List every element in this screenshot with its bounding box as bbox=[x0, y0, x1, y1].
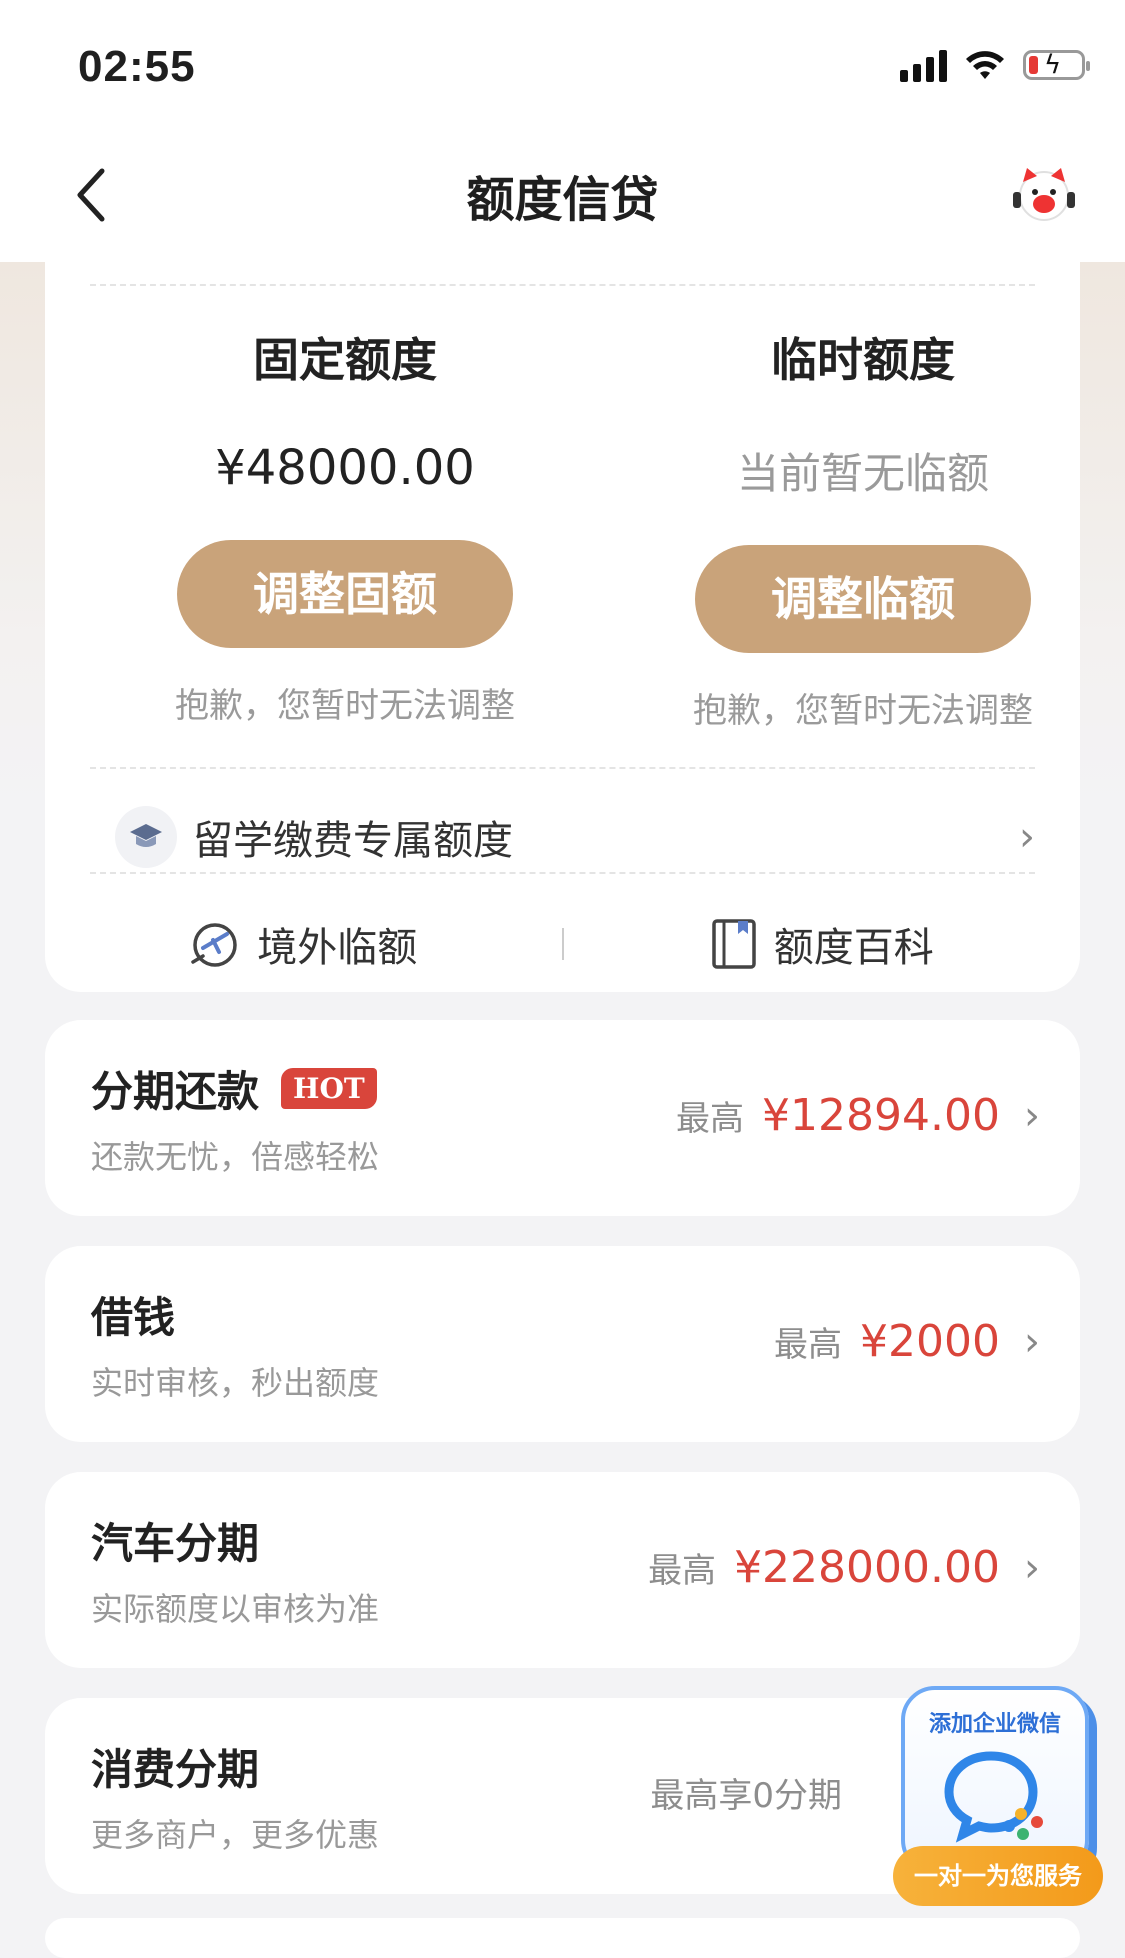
fixed-limit-hint: 抱歉，您暂时无法调整 bbox=[175, 686, 515, 726]
item-max: 最高 ¥2000 › bbox=[774, 1316, 1040, 1367]
overseas-temp-limit-link[interactable]: 境外临额 bbox=[45, 915, 562, 973]
item-max: 最高 ¥12894.00 › bbox=[676, 1090, 1040, 1141]
page-title: 额度信贷 bbox=[466, 172, 659, 228]
item-title-row: 汽车分期 bbox=[91, 1510, 259, 1571]
divider bbox=[90, 284, 1035, 286]
divider bbox=[90, 872, 1035, 874]
limit-wiki-label: 额度百科 bbox=[773, 925, 934, 971]
divider bbox=[90, 767, 1035, 769]
adjust-fixed-limit-button[interactable]: 调整固额 bbox=[177, 540, 513, 648]
navigation-bar: 额度信贷 bbox=[0, 130, 1125, 262]
item-title-row: 消费分期 bbox=[91, 1736, 259, 1797]
item-max: 最高 ¥228000.00 › bbox=[648, 1542, 1040, 1593]
item-title: 分期还款 bbox=[91, 1067, 260, 1116]
item-subtitle: 还款无忧，倍感轻松 bbox=[91, 1138, 380, 1176]
fixed-limit-column: 固定额度 ¥48000.00 调整固额 抱歉，您暂时无法调整 bbox=[135, 324, 555, 727]
temporary-limit-title: 临时额度 bbox=[771, 333, 955, 387]
temporary-limit-amount: 当前暂无临额 bbox=[736, 449, 989, 498]
limit-wiki-link[interactable]: 额度百科 bbox=[564, 915, 1081, 973]
overseas-temp-limit-label: 境外临额 bbox=[257, 925, 418, 971]
car-installment-card[interactable]: 汽车分期 实际额度以审核为准 最高 ¥228000.00 › bbox=[45, 1472, 1080, 1668]
customer-service-mascot-icon[interactable] bbox=[1011, 164, 1077, 224]
study-abroad-limit-label: 留学缴费专属额度 bbox=[193, 818, 513, 864]
status-time: 02:55 bbox=[78, 42, 196, 91]
credit-limit-card: 固定额度 ¥48000.00 调整固额 抱歉，您暂时无法调整 临时额度 当前暂无… bbox=[45, 262, 1080, 992]
max-label: 最高 bbox=[676, 1099, 745, 1139]
temporary-limit-column: 临时额度 当前暂无临额 调整临额 抱歉，您暂时无法调整 bbox=[653, 324, 1073, 732]
limit-shortcuts: 境外临额 额度百科 bbox=[45, 894, 1080, 994]
book-icon bbox=[712, 919, 756, 969]
max-label: 最高 bbox=[648, 1551, 717, 1591]
chevron-right-icon: › bbox=[1019, 814, 1035, 860]
adjust-temporary-limit-button[interactable]: 调整临额 bbox=[695, 545, 1031, 653]
installment-repayment-card[interactable]: 分期还款 HOT 还款无忧，倍感轻松 最高 ¥12894.00 › bbox=[45, 1020, 1080, 1216]
one-on-one-service-button[interactable]: 一对一为您服务 bbox=[893, 1846, 1103, 1906]
item-title: 消费分期 bbox=[91, 1745, 260, 1794]
next-card-partial bbox=[45, 1918, 1080, 1958]
fixed-limit-title: 固定额度 bbox=[253, 333, 437, 387]
wechat-work-title: 添加企业微信 bbox=[928, 1712, 1061, 1737]
item-max: 最高享0分期 bbox=[650, 1768, 860, 1817]
plane-globe-icon bbox=[191, 923, 237, 967]
chevron-right-icon: › bbox=[1024, 1092, 1040, 1139]
item-title-row: 分期还款 HOT bbox=[91, 1058, 377, 1119]
system-icons: ϟ bbox=[900, 48, 1090, 82]
cellular-signal-icon bbox=[900, 48, 947, 82]
chevron-right-icon: › bbox=[1024, 1544, 1040, 1591]
max-value: ¥2000 bbox=[860, 1316, 1000, 1367]
hot-badge: HOT bbox=[281, 1068, 377, 1109]
temporary-limit-hint: 抱歉，您暂时无法调整 bbox=[693, 691, 1033, 731]
wifi-icon bbox=[966, 51, 1004, 79]
item-subtitle: 实际额度以审核为准 bbox=[91, 1590, 380, 1628]
max-value: ¥12894.00 bbox=[762, 1090, 1000, 1141]
fixed-limit-amount: ¥48000.00 bbox=[215, 440, 475, 496]
max-label: 最高享0分期 bbox=[650, 1776, 842, 1816]
status-bar: 02:55 ϟ bbox=[0, 0, 1125, 130]
max-value: ¥228000.00 bbox=[734, 1542, 1000, 1593]
item-title: 汽车分期 bbox=[91, 1519, 260, 1568]
wechat-work-float[interactable]: 添加企业微信 一对一为您服务 bbox=[893, 1686, 1103, 1906]
chevron-right-icon: › bbox=[1024, 1318, 1040, 1365]
item-title: 借钱 bbox=[91, 1293, 176, 1342]
item-subtitle: 实时审核，秒出额度 bbox=[91, 1364, 380, 1402]
graduation-cap-icon bbox=[115, 806, 177, 868]
item-title-row: 借钱 bbox=[91, 1284, 175, 1345]
wechat-work-icon bbox=[944, 1751, 1043, 1843]
borrow-money-card[interactable]: 借钱 实时审核，秒出额度 最高 ¥2000 › bbox=[45, 1246, 1080, 1442]
item-subtitle: 更多商户，更多优惠 bbox=[91, 1816, 380, 1854]
battery-icon: ϟ bbox=[1023, 50, 1090, 80]
max-label: 最高 bbox=[774, 1325, 843, 1365]
